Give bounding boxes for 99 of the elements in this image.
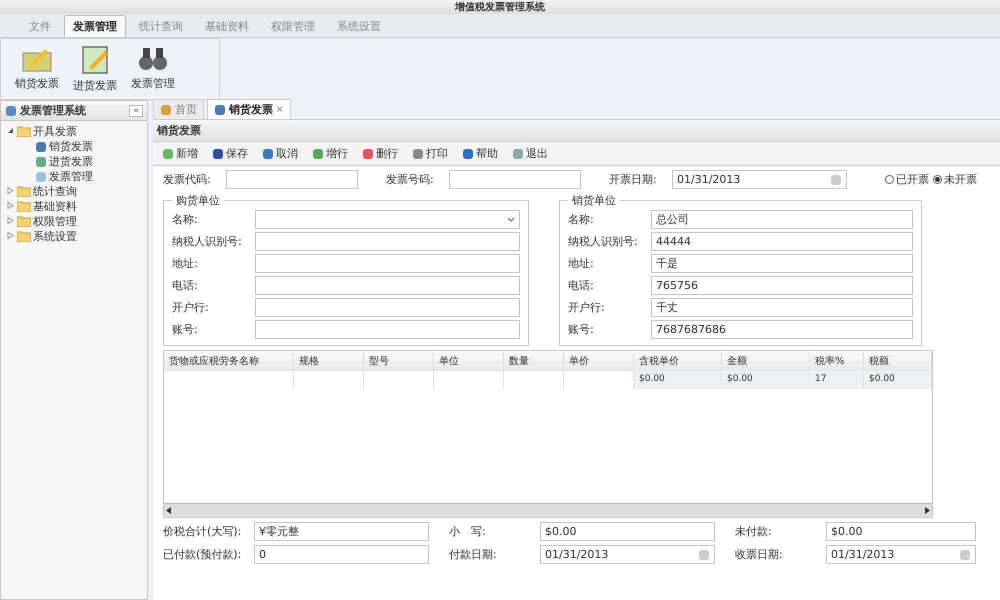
field-label: 已付款(预付款): xyxy=(163,547,242,562)
field-label: 价税合计(大写): xyxy=(163,524,242,539)
input-field[interactable]: $0.00 xyxy=(826,522,976,541)
dropdown[interactable] xyxy=(255,210,520,229)
input-field[interactable] xyxy=(255,276,520,295)
toolbar-button[interactable]: 保存 xyxy=(207,144,253,163)
field-label: 纳税人识别号: xyxy=(172,234,243,249)
input-field[interactable]: 千是 xyxy=(651,254,913,273)
column-header: 金额 xyxy=(722,351,810,371)
field-label: 发票号码: xyxy=(386,172,435,187)
column-header: 型号 xyxy=(364,351,434,371)
input-field[interactable] xyxy=(255,232,520,251)
group-title: 购货单位 xyxy=(175,193,221,208)
tree-item[interactable]: 发票管理 xyxy=(49,169,93,184)
input-field[interactable]: ¥零元整 xyxy=(254,522,429,541)
field-label: 小 写: xyxy=(449,524,487,539)
scrollbar[interactable] xyxy=(164,503,932,517)
field-label: 开户行: xyxy=(172,300,210,315)
input-field[interactable] xyxy=(226,170,358,189)
folder-icon xyxy=(17,216,31,227)
column-header: 数量 xyxy=(504,351,564,371)
field-label: 开票日期: xyxy=(609,172,658,187)
field-label: 纳税人识别号: xyxy=(568,234,639,249)
collapse-button[interactable]: « xyxy=(129,104,143,116)
tree-item[interactable]: 销货发票 xyxy=(49,139,93,154)
column-header: 货物或应税劳务名称 xyxy=(164,351,294,371)
chevron-down-icon xyxy=(507,216,515,222)
toolbar-button[interactable]: 打印 xyxy=(407,144,453,163)
field-label: 名称: xyxy=(568,212,595,227)
tree-item[interactable]: 开具发票 xyxy=(33,124,77,139)
field-label: 电话: xyxy=(568,278,595,293)
field-label: 地址: xyxy=(172,256,199,271)
document-tab[interactable]: 销货发票 × xyxy=(207,99,291,119)
input-field[interactable]: 0 xyxy=(254,545,429,564)
tree-item[interactable]: 权限管理 xyxy=(33,214,77,229)
panel-title: 销货发票 xyxy=(157,123,201,138)
toolbar-button[interactable]: 退出 xyxy=(507,144,553,163)
input-field[interactable]: 千丈 xyxy=(651,298,913,317)
date-field[interactable]: 01/31/2013 xyxy=(540,545,715,564)
column-header: 规格 xyxy=(294,351,364,371)
radio-button[interactable] xyxy=(885,175,894,184)
input-field[interactable]: 7687687686 xyxy=(651,320,913,339)
toolbar-button[interactable]: 取消 xyxy=(257,144,303,163)
input-field[interactable] xyxy=(255,254,520,273)
sidebar-title: 发票管理系统 xyxy=(20,103,87,118)
field-label: 付款日期: xyxy=(449,547,498,562)
radio-button[interactable] xyxy=(933,175,942,184)
tree-item[interactable]: 统计查询 xyxy=(33,184,77,199)
input-field[interactable] xyxy=(255,320,520,339)
input-field[interactable]: $0.00 xyxy=(540,522,715,541)
toolbar-button[interactable]: 帮助 xyxy=(457,144,503,163)
input-field[interactable]: 765756 xyxy=(651,276,913,295)
column-header: 税额 xyxy=(864,351,932,371)
tree-item[interactable]: 系统设置 xyxy=(33,229,77,244)
binoculars-icon xyxy=(137,45,169,73)
table-cell: $0.00 xyxy=(722,371,810,389)
folder-icon xyxy=(17,201,31,212)
input-field[interactable]: 总公司 xyxy=(651,210,913,229)
column-header: 单价 xyxy=(564,351,634,371)
field-label: 账号: xyxy=(568,322,595,337)
column-header: 单位 xyxy=(434,351,504,371)
folder-icon xyxy=(17,186,31,197)
expander-icon[interactable] xyxy=(7,127,14,134)
table-cell: $0.00 xyxy=(634,371,722,389)
folder-icon xyxy=(17,126,31,137)
input-field[interactable] xyxy=(449,170,581,189)
scroll-left-icon[interactable] xyxy=(166,507,172,514)
field-label: 地址: xyxy=(568,256,595,271)
column-header: 含税单价 xyxy=(634,351,722,371)
window-title: 增值税发票管理系统 xyxy=(455,0,545,14)
toolbar-button[interactable]: 增行 xyxy=(307,144,353,163)
table-cell: $0.00 xyxy=(864,371,932,389)
folder-icon xyxy=(17,231,31,242)
field-label: 账号: xyxy=(172,322,199,337)
ribbon-button-label[interactable]: 进货发票 xyxy=(73,78,117,93)
field-label: 电话: xyxy=(172,278,199,293)
menu-tab[interactable]: 发票管理 xyxy=(64,15,126,37)
field-label: 开户行: xyxy=(568,300,606,315)
field-label: 名称: xyxy=(172,212,199,227)
ribbon-button-label[interactable]: 发票管理 xyxy=(131,76,175,91)
radio-label: 已开票 xyxy=(896,172,929,187)
field-label: 发票代码: xyxy=(163,172,212,187)
field-label: 收票日期: xyxy=(735,547,784,562)
input-field[interactable] xyxy=(255,298,520,317)
table-cell: 17 xyxy=(810,371,864,389)
tree-item[interactable]: 进货发票 xyxy=(49,154,93,169)
ribbon-button-label[interactable]: 销货发票 xyxy=(15,76,59,91)
column-header: 税率% xyxy=(810,351,864,371)
date-field[interactable]: 01/31/2013 xyxy=(826,545,976,564)
date-field[interactable]: 01/31/2013 xyxy=(672,170,847,189)
input-field[interactable]: 44444 xyxy=(651,232,913,251)
group-title: 销货单位 xyxy=(571,193,617,208)
scroll-right-icon[interactable] xyxy=(924,507,930,514)
toolbar-button[interactable]: 删行 xyxy=(357,144,403,163)
tree-item[interactable]: 基础资料 xyxy=(33,199,77,214)
toolbar-button[interactable]: 新增 xyxy=(157,144,203,163)
field-label: 未付款: xyxy=(735,524,773,539)
document-tab[interactable]: 首页 xyxy=(153,99,204,119)
radio-label: 未开票 xyxy=(944,172,977,187)
